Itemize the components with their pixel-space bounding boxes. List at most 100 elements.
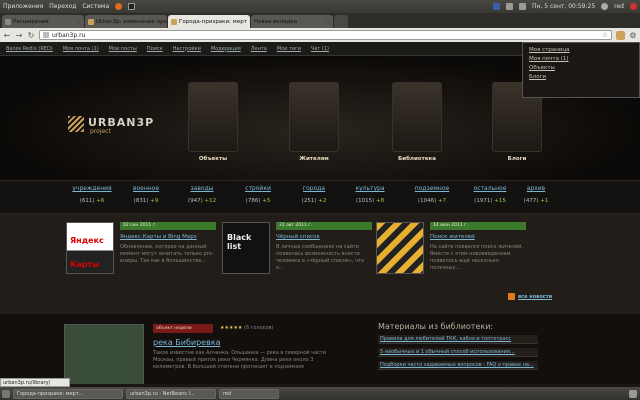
feature-residents[interactable]: Жителям bbox=[284, 82, 344, 162]
trash-icon[interactable] bbox=[629, 389, 637, 398]
page-icon bbox=[43, 32, 49, 38]
category-name[interactable]: стройки bbox=[228, 185, 288, 192]
os-menu-applications[interactable]: Приложения bbox=[3, 3, 43, 10]
category-name[interactable]: города bbox=[284, 185, 344, 192]
category-count: (1015) +8 bbox=[355, 198, 385, 204]
black-list-thumbnail[interactable]: Black list bbox=[222, 222, 270, 274]
tab-new[interactable]: Новая вкладка × bbox=[251, 15, 333, 28]
new-tab-button[interactable] bbox=[334, 15, 348, 28]
library-item[interactable]: 5 наобычных и 1 обычный способ использов… bbox=[378, 348, 538, 357]
object-of-week-photo[interactable] bbox=[64, 324, 144, 384]
taskbar-item-browser[interactable]: Города-призраки: мерт... bbox=[13, 388, 123, 399]
firefox-launcher-icon[interactable] bbox=[115, 3, 123, 10]
category-factories[interactable]: заводы (947) +12 bbox=[172, 185, 232, 204]
flag-icon[interactable] bbox=[493, 3, 500, 10]
object-of-week-text: Такое известна как Алчанка, Ольшанка — р… bbox=[153, 350, 327, 370]
os-menu-system[interactable]: Система bbox=[82, 3, 109, 10]
tab-urban3p-edit[interactable]: Urban3p: изменение про × bbox=[85, 15, 167, 28]
feature-objects[interactable]: Объекты bbox=[183, 82, 243, 162]
residents-search-thumbnail[interactable] bbox=[376, 222, 424, 274]
news-text: На сайте появился поиск жителей. Вместе … bbox=[430, 244, 523, 271]
rating-stars[interactable]: ★★★★★ (6 голосов) bbox=[220, 325, 273, 331]
library-item[interactable]: Правила для любителей ТКК, кабля и топто… bbox=[378, 335, 538, 344]
power-icon[interactable] bbox=[630, 3, 637, 10]
thumbnail-label: Black list bbox=[227, 233, 252, 251]
feature-label: Блоги bbox=[507, 156, 527, 162]
category-archive[interactable]: архив (477) +1 bbox=[506, 185, 566, 204]
category-underground[interactable]: подземное (1046) +7 bbox=[402, 185, 462, 204]
category-name[interactable]: культура bbox=[340, 185, 400, 192]
yandex-maps-thumbnail[interactable]: Яндекс Карты bbox=[66, 222, 114, 274]
news-title[interactable]: Яндекс.Карты и Bing Maps bbox=[120, 234, 216, 240]
tab-label: Urban3p: изменение про bbox=[96, 18, 167, 25]
bookmark-star-icon[interactable]: ☆ bbox=[602, 31, 608, 39]
os-taskbar: Города-призраки: мерт... urban3p.ru - Ne… bbox=[0, 387, 640, 400]
site-favicon-icon bbox=[171, 18, 177, 25]
taskbar-item-terminal[interactable]: red bbox=[219, 388, 279, 399]
dropdown-objects[interactable]: Объекты bbox=[529, 65, 633, 71]
nav-chat[interactable]: Чат (1) bbox=[311, 46, 329, 52]
nav-user[interactable]: Ваcек Redix (RED) bbox=[6, 46, 53, 52]
close-icon[interactable]: × bbox=[76, 19, 81, 25]
taskbar-item-netbeans[interactable]: urban3p.ru - NetBeans I... bbox=[126, 388, 216, 399]
webpage: Ваcек Redix (RED) Моя почта (1) Мои пост… bbox=[0, 42, 640, 384]
network-icon[interactable] bbox=[506, 3, 513, 10]
wrench-menu-icon[interactable]: ⚙ bbox=[629, 31, 637, 40]
tab-extensions[interactable]: Расширения × bbox=[2, 15, 84, 28]
os-menu-places[interactable]: Переход bbox=[49, 3, 76, 10]
category-name[interactable]: подземное bbox=[402, 185, 462, 192]
nav-mail[interactable]: Моя почта (1) bbox=[63, 46, 99, 52]
nav-search[interactable]: Поиск bbox=[147, 46, 163, 52]
nav-settings[interactable]: Настройки bbox=[173, 46, 201, 52]
feature-library[interactable]: Библиотека bbox=[387, 82, 447, 162]
category-military[interactable]: военное (831) +9 bbox=[116, 185, 176, 204]
extension-icon[interactable] bbox=[616, 30, 625, 40]
category-name[interactable]: заводы bbox=[172, 185, 232, 192]
news-title[interactable]: Поиск жителей bbox=[430, 234, 526, 240]
tab-ghost-towns[interactable]: Города-призраки: мерт × bbox=[168, 15, 250, 28]
show-desktop-icon[interactable] bbox=[2, 389, 10, 398]
address-url[interactable]: urban3p.ru bbox=[52, 32, 85, 39]
dropdown-my-page[interactable]: Моя страница bbox=[529, 47, 633, 53]
news-card: Black list 31 авг 2011 г. Чёрный список … bbox=[222, 222, 372, 308]
dropdown-my-mail[interactable]: Моя почта (1) bbox=[529, 56, 633, 62]
tab-label: Расширения bbox=[13, 18, 49, 25]
category-cities[interactable]: города (251) +2 bbox=[284, 185, 344, 204]
status-bubble: urban3p.ru/library/ bbox=[0, 378, 70, 387]
back-arrow-icon[interactable]: ← bbox=[3, 31, 11, 40]
category-count: (611) +6 bbox=[79, 198, 105, 204]
browser-tab-strip: Расширения × Urban3p: изменение про × Го… bbox=[0, 13, 640, 28]
news-title[interactable]: Чёрный список bbox=[276, 234, 372, 240]
news-text: Обновление, которое на данный момент мог… bbox=[120, 244, 214, 264]
category-construction[interactable]: стройки (786) +5 bbox=[228, 185, 288, 204]
nav-posts[interactable]: Мои посты bbox=[109, 46, 137, 52]
username[interactable]: red bbox=[614, 3, 624, 10]
logo-tagline: project bbox=[90, 128, 111, 135]
gas-mask-icon bbox=[289, 82, 339, 152]
terminal-launcher-icon[interactable] bbox=[128, 3, 136, 10]
category-name[interactable]: архив bbox=[506, 185, 566, 192]
close-icon[interactable]: × bbox=[325, 19, 330, 25]
dropdown-blogs[interactable]: Блоги bbox=[529, 74, 633, 80]
site-logo[interactable]: URBAN3P project bbox=[68, 116, 168, 140]
all-news-link[interactable]: все новости bbox=[518, 294, 552, 300]
address-bar[interactable]: urban3p.ru ☆ bbox=[39, 30, 612, 40]
rss-icon[interactable] bbox=[508, 293, 515, 300]
library-item[interactable]: Подборки часто задаваемых вопросов - FAQ… bbox=[378, 361, 538, 370]
nav-tags[interactable]: Мои теги bbox=[277, 46, 301, 52]
library-panel: Материалы из библиотеки: Правила для люб… bbox=[378, 322, 538, 370]
close-icon[interactable]: × bbox=[249, 19, 250, 25]
reload-icon[interactable]: ↻ bbox=[27, 31, 35, 40]
forward-arrow-icon[interactable]: → bbox=[15, 31, 23, 40]
category-name[interactable]: военное bbox=[116, 185, 176, 192]
nav-moderation[interactable]: Модерация bbox=[211, 46, 241, 52]
clock[interactable]: Пн, 5 сент, 00:59:25 bbox=[532, 3, 595, 10]
category-name[interactable]: учреждения bbox=[62, 185, 122, 192]
category-institutions[interactable]: учреждения (611) +6 bbox=[62, 185, 122, 204]
object-of-week-title[interactable]: река Бибиревка bbox=[153, 338, 221, 347]
category-count: (831) +9 bbox=[133, 198, 159, 204]
volume-icon[interactable] bbox=[519, 3, 526, 10]
nav-feed[interactable]: Лента bbox=[251, 46, 267, 52]
category-culture[interactable]: культура (1015) +8 bbox=[340, 185, 400, 204]
books-icon bbox=[392, 82, 442, 152]
